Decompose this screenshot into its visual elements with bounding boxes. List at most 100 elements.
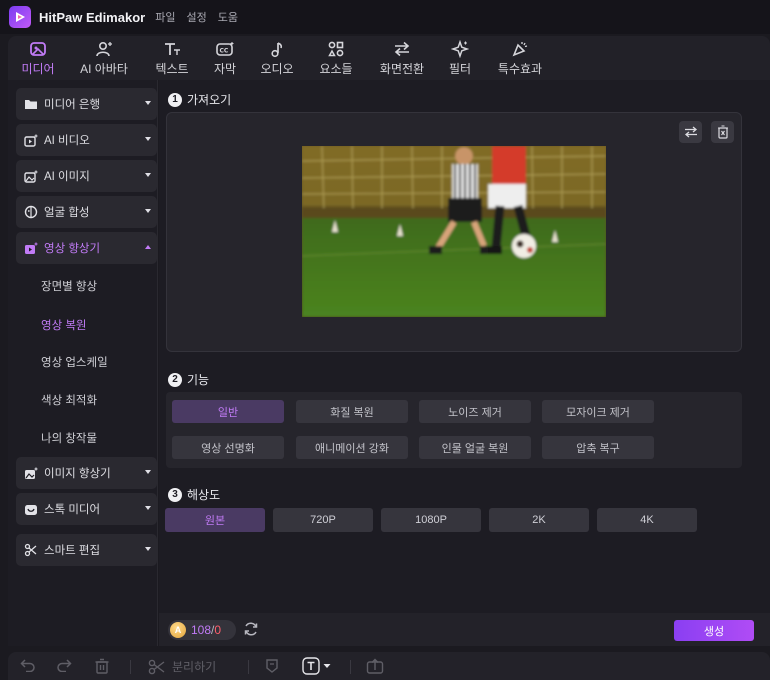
tab-transition[interactable]: 화면전환 [372, 36, 432, 80]
delete-icon[interactable] [94, 658, 110, 674]
trash-icon [717, 125, 728, 139]
sidebar-item-media-bank[interactable]: 미디어 은행 [16, 88, 157, 120]
tab-effects[interactable]: 특수효과 [492, 36, 548, 80]
toolbar-divider [350, 660, 351, 674]
sidebar-item-label: 스톡 미디어 [44, 504, 101, 516]
feature-anime-enhance[interactable]: 애니메이션 강화 [296, 436, 408, 459]
chevron-down-icon [145, 173, 151, 177]
undo-icon[interactable] [20, 658, 36, 672]
generate-button[interactable]: 생성 [674, 620, 754, 641]
text-icon [163, 39, 181, 59]
resolution-4k[interactable]: 4K [597, 508, 697, 532]
sub-item-video-upscale[interactable]: 영상 업스케일 [41, 354, 108, 370]
sidebar-item-label: AI 비디오 [44, 135, 90, 147]
sidebar-item-image-enhancer[interactable]: 이미지 향상기 [16, 457, 157, 489]
tab-caption-label: 자막 [213, 62, 237, 76]
filter-icon [451, 39, 469, 59]
export-frame-icon[interactable] [366, 658, 384, 674]
resolution-2k[interactable]: 2K [489, 508, 589, 532]
sub-item-video-restore[interactable]: 영상 복원 [41, 317, 87, 333]
video-preview-thumbnail [302, 146, 606, 317]
tab-ai-avatar[interactable]: AI 아바타 [74, 36, 134, 80]
refresh-icon[interactable] [243, 621, 259, 640]
marker-icon[interactable] [265, 658, 279, 674]
credits-total: 0 [214, 623, 222, 637]
credits-used: 108 [191, 623, 212, 637]
resolution-title: 해상도 [187, 488, 221, 502]
text-tool-dropdown[interactable] [302, 657, 331, 675]
main-panel: 1 가져오기 2 기능 일반 화질 복원 노이즈 제거 모자이크 제거 영상 선… [159, 80, 770, 646]
sidebar-item-video-enhancer[interactable]: 영상 향상기 [16, 232, 157, 264]
sidebar-item-face-swap[interactable]: 얼굴 합성 [16, 196, 157, 228]
sub-item-scene-enhance[interactable]: 장면별 향상 [41, 278, 97, 294]
import-preview-area[interactable] [166, 112, 742, 352]
stock-media-icon [24, 502, 38, 516]
toolbar-divider [248, 660, 249, 674]
audio-icon [269, 39, 285, 59]
feature-general[interactable]: 일반 [172, 400, 284, 423]
feature-quality-restore[interactable]: 화질 복원 [296, 400, 408, 423]
tab-ai-avatar-label: AI 아바타 [80, 62, 128, 76]
sub-item-color-optimize[interactable]: 색상 최적화 [41, 392, 97, 408]
elements-icon [327, 39, 345, 59]
feature-section-title: 2 기능 [168, 371, 209, 388]
sub-item-my-creations[interactable]: 나의 창작물 [41, 430, 97, 446]
menu-help[interactable]: 도움 [218, 9, 238, 25]
sidebar-item-ai-image[interactable]: AI 이미지 [16, 160, 157, 192]
chevron-down-icon [145, 137, 151, 141]
ai-image-icon [24, 169, 38, 183]
tab-text[interactable]: 텍스트 [147, 36, 197, 80]
tab-effects-label: 특수효과 [497, 62, 543, 76]
media-icon [29, 39, 47, 59]
menu-settings[interactable]: 설정 [186, 9, 206, 25]
sidebar-item-label: 이미지 향상기 [44, 468, 111, 480]
tab-audio[interactable]: 오디오 [256, 36, 298, 80]
chevron-down-icon [145, 101, 151, 105]
app-window: HitPaw Edimakor 파일 설정 도움 미디어 AI 아바타 텍스트 … [0, 0, 770, 680]
sidebar-item-smart-edit[interactable]: 스마트 편집 [16, 534, 157, 566]
image-enhancer-icon [24, 466, 38, 480]
resolution-720p[interactable]: 720P [273, 508, 373, 532]
feature-compression-recovery[interactable]: 압축 복구 [542, 436, 654, 459]
resolution-original[interactable]: 원본 [165, 508, 265, 532]
chevron-down-icon [145, 506, 151, 510]
swap-icon [684, 126, 697, 138]
split-button[interactable]: 분리하기 [148, 658, 216, 675]
coin-icon: A [170, 622, 186, 638]
category-toolbar: 미디어 AI 아바타 텍스트 CC 자막 오디오 요소들 화면전환 필터 특수효… [8, 36, 770, 80]
delete-button[interactable] [711, 121, 734, 143]
sidebar-item-stock-media[interactable]: 스톡 미디어 [16, 493, 157, 525]
smart-edit-icon [24, 543, 38, 557]
app-logo-icon [9, 6, 31, 28]
feature-title: 기능 [187, 373, 210, 387]
tab-filter[interactable]: 필터 [439, 36, 481, 80]
toolbar-divider [130, 660, 131, 674]
ai-video-icon [24, 133, 38, 147]
feature-sharpen[interactable]: 영상 선명화 [172, 436, 284, 459]
menu-file[interactable]: 파일 [155, 9, 175, 25]
feature-denoise[interactable]: 노이즈 제거 [419, 400, 531, 423]
tab-media[interactable]: 미디어 [14, 36, 62, 80]
tab-filter-label: 필터 [448, 62, 472, 76]
sidebar-item-ai-video[interactable]: AI 비디오 [16, 124, 157, 156]
sidebar-item-label: 얼굴 합성 [44, 207, 90, 219]
action-bar: A 108 / 0 생성 [159, 613, 770, 646]
step-2-badge: 2 [168, 372, 182, 387]
redo-icon[interactable] [56, 658, 72, 672]
replace-button[interactable] [679, 121, 702, 143]
tab-elements[interactable]: 요소들 [313, 36, 359, 80]
face-swap-icon [24, 205, 38, 219]
feature-face-restore[interactable]: 인물 얼굴 복원 [419, 436, 531, 459]
effects-icon [511, 39, 529, 59]
tab-caption[interactable]: CC 자막 [204, 36, 246, 80]
import-title: 가져오기 [187, 93, 232, 107]
resolution-1080p[interactable]: 1080P [381, 508, 481, 532]
sidebar-item-label: 스마트 편집 [44, 545, 101, 557]
folder-icon [24, 97, 38, 111]
feature-options: 일반 화질 복원 노이즈 제거 모자이크 제거 영상 선명화 애니메이션 강화 … [166, 392, 742, 468]
tab-text-label: 텍스트 [155, 62, 189, 76]
feature-demosaic[interactable]: 모자이크 제거 [542, 400, 654, 423]
step-3-badge: 3 [168, 487, 182, 502]
edit-toolbar: 분리하기 [8, 652, 770, 680]
chevron-down-icon [323, 664, 331, 668]
